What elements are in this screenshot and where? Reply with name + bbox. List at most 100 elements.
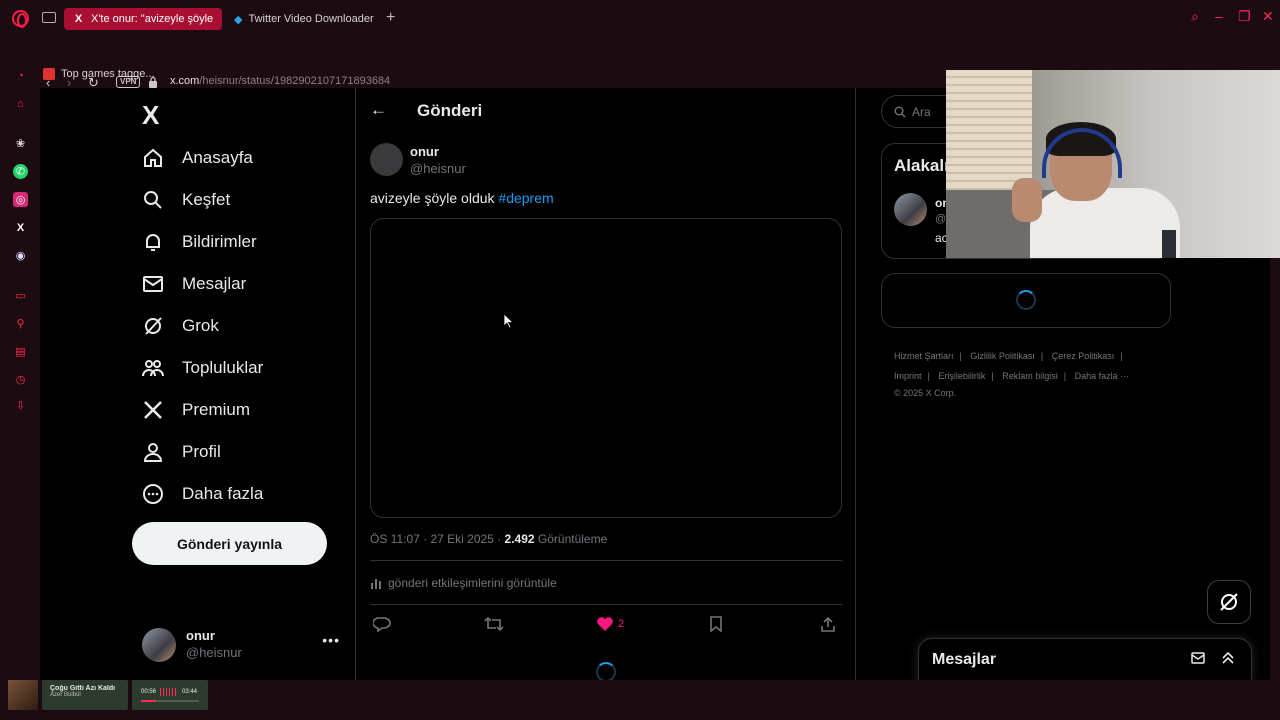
- nav-item-home[interactable]: Anasayfa: [142, 147, 253, 169]
- tab-label: Twitter Video Downloader: [248, 13, 374, 25]
- post-avatar[interactable]: [370, 143, 403, 176]
- footer-link[interactable]: Reklam bilgisi: [1002, 371, 1058, 381]
- new-tab-button[interactable]: +: [386, 9, 395, 27]
- webcam-window-blind: [946, 70, 1032, 190]
- keyboard-icon[interactable]: ▤: [13, 344, 28, 359]
- footer-link[interactable]: Erişilebilirlik: [938, 371, 985, 381]
- chevron-up-double-icon[interactable]: [1221, 651, 1235, 665]
- nav-item-communities[interactable]: Topluluklar: [142, 357, 263, 379]
- footer-link[interactable]: Gizlilik Politikası: [970, 351, 1035, 361]
- nav-label: Anasayfa: [182, 148, 253, 167]
- divider: [370, 560, 842, 561]
- song-info[interactable]: Çoğu Gitti Azı Kaldı Azer Bülbül: [42, 680, 128, 710]
- nav-label: Daha fazla: [182, 484, 264, 503]
- tab-downloader[interactable]: ◆ Twitter Video Downloader: [226, 8, 376, 30]
- whatsapp-icon[interactable]: ✆: [13, 164, 28, 179]
- album-art[interactable]: [8, 680, 38, 710]
- history-icon[interactable]: ◷: [13, 372, 28, 387]
- chatgpt-icon[interactable]: ❀: [13, 136, 28, 151]
- more-dots-icon[interactable]: •••: [322, 632, 340, 648]
- footer-separator: |: [1063, 371, 1067, 381]
- footer-separator: |: [959, 351, 962, 361]
- search-placeholder: Ara: [912, 104, 931, 119]
- avatar: [142, 628, 176, 662]
- close-button[interactable]: ✕: [1262, 8, 1274, 25]
- search-tabs-icon[interactable]: ⌕: [1190, 8, 1200, 25]
- footer-link[interactable]: Çerez Politikası: [1052, 351, 1115, 361]
- post-timestamp[interactable]: ÖS 11:07 · 27 Eki 2025 ·: [370, 532, 501, 546]
- nav-item-notifications[interactable]: Bildirimler: [142, 231, 257, 253]
- post-button[interactable]: Gönderi yayınla: [132, 522, 327, 565]
- account-handle: @heisnur: [186, 645, 242, 660]
- views-label: Görüntüleme: [537, 532, 608, 546]
- copyright: © 2025 X Corp.: [894, 388, 957, 398]
- post-media[interactable]: [370, 218, 842, 518]
- bookmark-icon[interactable]: [709, 616, 723, 632]
- communities-icon: [142, 360, 164, 377]
- hashtag-link[interactable]: #deprem: [498, 190, 553, 206]
- nav-item-messages[interactable]: Mesajlar: [142, 273, 246, 295]
- new-message-icon[interactable]: [1191, 651, 1207, 665]
- bookmark-favicon-icon: [43, 68, 55, 80]
- grok-icon: [145, 317, 162, 335]
- bell-icon: [146, 234, 160, 251]
- nav-label: Topluluklar: [182, 358, 264, 377]
- post-author-handle[interactable]: @heisnur: [410, 161, 466, 176]
- related-handle: @: [935, 213, 947, 225]
- waveform-icon: [160, 688, 176, 696]
- playback-progress[interactable]: 00:56 03:44: [132, 680, 208, 710]
- trends-loading-card: [881, 273, 1171, 328]
- x-sidebar-icon[interactable]: X: [13, 220, 28, 235]
- post-author-name[interactable]: onur: [410, 144, 439, 159]
- footer-link[interactable]: Hizmet Şartları: [894, 351, 954, 361]
- current-time: 00:56: [141, 689, 157, 695]
- discord-icon[interactable]: ◉: [13, 248, 28, 263]
- footer-separator: |: [1040, 351, 1044, 361]
- window-controls: ⌕ – ❐ ✕: [1190, 8, 1274, 25]
- search-icon: [894, 106, 906, 117]
- bookmark-item[interactable]: Top games tagge...: [43, 68, 155, 80]
- maximize-button[interactable]: ❐: [1238, 8, 1251, 25]
- nav-item-explore[interactable]: Keşfet: [142, 189, 230, 211]
- nav-item-more[interactable]: Daha fazla: [142, 483, 263, 505]
- nav-label: Bildirimler: [182, 232, 257, 251]
- gx-control-icon[interactable]: ◔: [13, 68, 28, 83]
- nav-item-profile[interactable]: Profil: [142, 441, 221, 463]
- opera-gx-logo-icon[interactable]: [12, 10, 29, 28]
- footer-link[interactable]: Imprint: [894, 371, 922, 381]
- repost-icon[interactable]: [484, 616, 504, 632]
- avatar[interactable]: [894, 193, 927, 226]
- progress-bar[interactable]: [141, 700, 199, 702]
- tab-manager-icon[interactable]: [42, 12, 56, 23]
- minimize-button[interactable]: –: [1214, 8, 1224, 25]
- nav-item-premium[interactable]: Premium: [142, 399, 250, 421]
- x-logo-icon[interactable]: X: [142, 100, 159, 131]
- post-text: avizeyle şöyle olduk #deprem: [370, 190, 554, 206]
- instagram-icon[interactable]: ◎: [13, 192, 28, 207]
- engagements-label: gönderi etkileşimlerini görüntüle: [388, 576, 557, 590]
- post-meta: ÖS 11:07 · 27 Eki 2025 · 2.492 Görüntüle…: [370, 532, 607, 546]
- divider: [370, 604, 842, 605]
- progress-fill: [141, 700, 156, 702]
- more-circle-icon: [143, 484, 163, 504]
- tab-bar: X X'te onur: "avizeyle şöyle ◆ Twitter V…: [0, 0, 1280, 36]
- nav-item-grok[interactable]: Grok: [142, 315, 219, 337]
- grok-floating-button[interactable]: [1207, 580, 1251, 624]
- reply-icon[interactable]: [373, 616, 391, 632]
- gx-corner-icon[interactable]: ⌂: [13, 96, 28, 111]
- messages-drawer[interactable]: Mesajlar: [918, 638, 1252, 680]
- download-bird-icon: ◆: [234, 13, 243, 26]
- engagements-link[interactable]: gönderi etkileşimlerini görüntüle: [370, 576, 557, 590]
- account-name: onur: [186, 628, 215, 643]
- like-button[interactable]: 2: [596, 616, 624, 632]
- footer-link[interactable]: Daha fazla ···: [1075, 371, 1130, 381]
- wallet-icon[interactable]: ▭: [13, 288, 28, 303]
- share-icon[interactable]: [820, 616, 836, 632]
- person-icon: [143, 443, 163, 462]
- footer-separator: |: [1120, 351, 1123, 361]
- tab-active[interactable]: X X'te onur: "avizeyle şöyle: [64, 8, 222, 30]
- download-sidebar-icon[interactable]: ⇩: [13, 398, 28, 413]
- back-arrow-icon[interactable]: ←: [370, 100, 387, 120]
- account-switcher[interactable]: onur @heisnur •••: [140, 626, 340, 666]
- pinboard-icon[interactable]: ⚲: [13, 316, 28, 331]
